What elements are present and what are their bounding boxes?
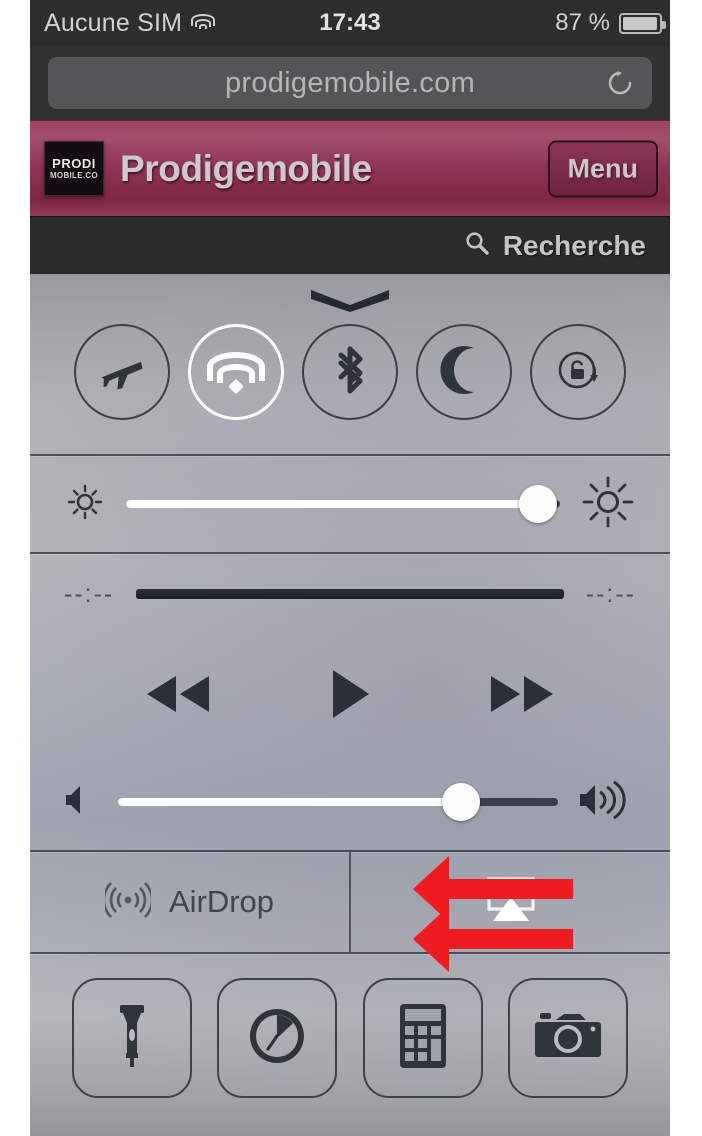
rotation-lock-icon — [553, 345, 603, 400]
annotation-arrow-bottom — [413, 906, 573, 972]
bluetooth-toggle[interactable] — [302, 324, 398, 420]
control-center: --:-- --:-- AirDrop — [30, 274, 670, 1136]
sun-large-icon — [580, 474, 636, 535]
battery-percent-label: 87 % — [555, 9, 610, 36]
timer-button[interactable] — [217, 978, 338, 1098]
phone-screen: Aucune SIM 17:43 87 % prodigemobile.com — [30, 0, 670, 1136]
brightness-slider-row — [30, 456, 670, 552]
site-header: PRODI MOBILE.CO Prodigemobile Menu — [30, 120, 670, 216]
flashlight-icon — [110, 1001, 154, 1076]
status-bar-right: 87 % — [555, 9, 666, 37]
reload-icon[interactable] — [606, 69, 634, 97]
browser-toolbar: prodigemobile.com — [30, 46, 670, 120]
camera-icon — [534, 1010, 602, 1067]
volume-slider-knob[interactable] — [442, 783, 481, 821]
address-bar[interactable]: prodigemobile.com — [48, 57, 652, 109]
calculator-button[interactable] — [362, 978, 483, 1098]
volume-slider-row — [30, 754, 670, 850]
search-icon — [464, 230, 490, 261]
airdrop-icon — [102, 877, 154, 928]
speaker-loud-icon — [578, 779, 636, 826]
camera-button[interactable] — [507, 978, 628, 1098]
control-center-bottom-spacer — [30, 1098, 670, 1136]
search-label: Recherche — [502, 229, 646, 261]
sun-small-icon — [64, 481, 106, 528]
elapsed-time-label: --:-- — [64, 579, 115, 608]
now-playing-scrubber-row: --:-- --:-- — [30, 554, 670, 634]
control-center-shortcuts — [30, 954, 670, 1098]
control-center-grabber[interactable] — [30, 274, 670, 318]
speaker-mute-icon — [64, 781, 98, 824]
play-button[interactable] — [327, 667, 373, 721]
rotation-lock-toggle[interactable] — [530, 324, 626, 420]
control-center-toggles — [30, 318, 670, 454]
brightness-slider[interactable] — [126, 485, 560, 523]
next-track-button[interactable] — [485, 670, 559, 718]
site-search-bar[interactable]: Recherche — [30, 216, 670, 274]
wifi-toggle[interactable] — [188, 324, 284, 420]
site-logo[interactable]: PRODI MOBILE.CO — [44, 141, 104, 196]
calculator-icon — [397, 1002, 449, 1075]
brightness-slider-knob[interactable] — [519, 485, 558, 523]
screenshot-root: Aucune SIM 17:43 87 % prodigemobile.com — [0, 0, 702, 1136]
bluetooth-icon — [327, 343, 373, 402]
airplay-button[interactable] — [351, 852, 670, 972]
site-logo-line2: MOBILE.CO — [49, 171, 99, 180]
site-logo-line1: PRODI — [52, 156, 96, 171]
airdrop-button[interactable]: AirDrop — [30, 852, 351, 952]
battery-icon — [619, 12, 666, 34]
remaining-time-label: --:-- — [585, 579, 636, 608]
now-playing-scrubber[interactable] — [136, 589, 564, 599]
menu-button[interactable]: Menu — [547, 140, 658, 197]
airplane-icon — [97, 345, 147, 400]
status-bar: Aucune SIM 17:43 87 % — [30, 0, 670, 46]
do-not-disturb-toggle[interactable] — [416, 324, 512, 420]
wifi-icon — [207, 352, 265, 395]
airdrop-airplay-row: AirDrop — [30, 852, 670, 972]
timer-icon — [246, 1005, 308, 1072]
url-text: prodigemobile.com — [224, 66, 476, 99]
airplane-mode-toggle[interactable] — [74, 324, 170, 420]
site-title: Prodigemobile — [120, 147, 372, 189]
volume-slider[interactable] — [118, 783, 558, 821]
transport-controls — [30, 634, 670, 754]
airdrop-label: AirDrop — [168, 884, 275, 919]
moon-icon — [440, 344, 488, 401]
previous-track-button[interactable] — [141, 670, 215, 718]
flashlight-button[interactable] — [72, 978, 192, 1098]
